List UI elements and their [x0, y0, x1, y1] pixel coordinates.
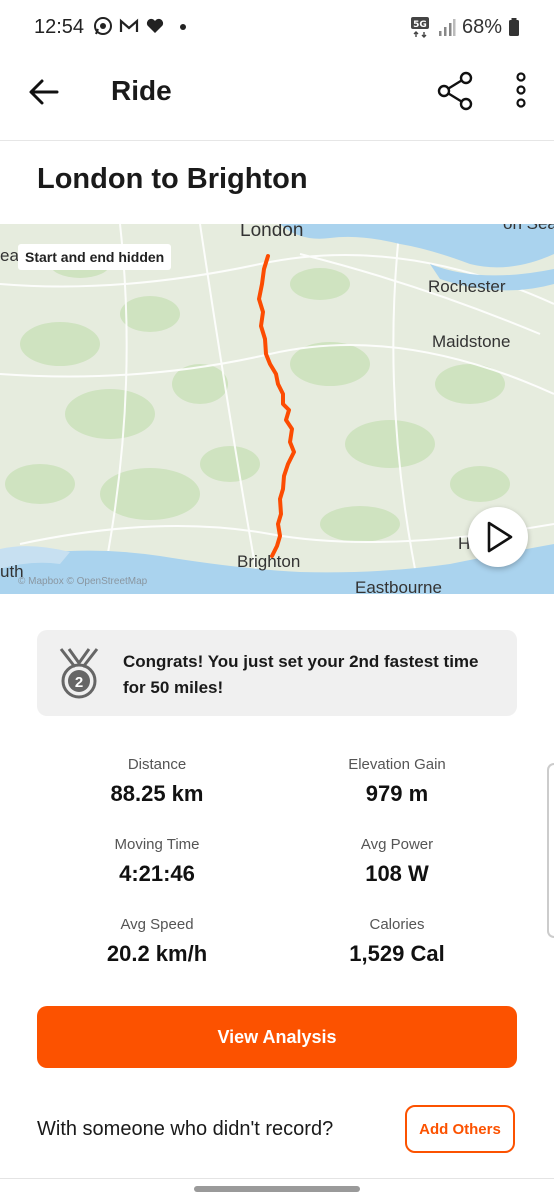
side-panel-handle[interactable]: [547, 763, 554, 938]
privacy-badge: Start and end hidden: [18, 244, 172, 270]
signal-icon: [438, 19, 456, 36]
stat-value: 108 W: [365, 861, 429, 886]
heart-icon: [146, 18, 164, 33]
status-bar: 12:54 5G 68%: [0, 0, 554, 56]
achievement-card[interactable]: 2 Congrats! You just set your 2nd fastes…: [37, 630, 517, 716]
map-label-eastbourne: Eastbourne: [355, 578, 442, 594]
svg-text:5G: 5G: [413, 20, 427, 30]
stat-avg-power: Avg Power 108 W: [277, 836, 517, 887]
page-title: Ride: [111, 75, 172, 106]
play-flyover-button[interactable]: [468, 507, 528, 567]
map-attribution[interactable]: © Mapbox © OpenStreetMap: [18, 576, 147, 587]
stat-value: 4:21:46: [119, 861, 195, 886]
stat-distance: Distance 88.25 km: [37, 756, 277, 807]
map-label-rochester: Rochester: [428, 277, 506, 296]
stat-avg-speed: Avg Speed 20.2 km/h: [37, 916, 277, 967]
whatsapp-icon: [94, 17, 112, 35]
stat-calories: Calories 1,529 Cal: [277, 916, 517, 967]
medal-rank: 2: [75, 674, 83, 691]
stat-value: 979 m: [365, 781, 429, 806]
divider: [0, 1178, 554, 1179]
stat-label: Calories: [369, 916, 425, 933]
battery-percent: 68%: [461, 15, 502, 38]
stat-label: Avg Speed: [120, 916, 194, 933]
dot-icon: [180, 24, 186, 30]
stat-label: Distance: [127, 756, 187, 773]
map-label-edge-right-top: on Sea: [503, 224, 554, 234]
view-analysis-button[interactable]: View Analysis: [37, 1006, 517, 1068]
stat-value: 88.25 km: [110, 781, 204, 806]
scroll-indicator: [194, 1186, 360, 1192]
achievement-text: Congrats! You just set your 2nd fastest …: [123, 652, 479, 697]
5g-icon: 5G: [410, 17, 429, 38]
map-label-brighton: Brighton: [237, 552, 301, 571]
more-options-button[interactable]: [506, 70, 536, 112]
add-others-button[interactable]: Add Others: [405, 1105, 515, 1153]
status-time: 12:54: [34, 16, 85, 38]
battery-icon: [509, 18, 519, 36]
more-vertical-icon: [516, 72, 526, 108]
gmail-icon: [119, 18, 139, 32]
activity-title: London to Brighton: [37, 163, 308, 195]
stat-value: 20.2 km/h: [106, 941, 208, 966]
share-button[interactable]: [434, 70, 476, 112]
stat-label: Elevation Gain: [348, 756, 446, 773]
stat-elevation-gain: Elevation Gain 979 m: [277, 756, 517, 807]
stat-label: Avg Power: [360, 836, 434, 853]
add-others-prompt: With someone who didn't record?: [37, 1118, 334, 1140]
medal-icon: 2: [57, 647, 101, 701]
back-arrow-icon: [29, 79, 59, 105]
stat-moving-time: Moving Time 4:21:46: [37, 836, 277, 887]
back-button[interactable]: [26, 74, 62, 110]
share-icon: [437, 71, 473, 111]
map-label-edge-left-top: ea: [0, 246, 19, 265]
map-label-maidstone: Maidstone: [432, 332, 511, 351]
map-label-london: London: [240, 224, 304, 241]
app-bar: Ride: [0, 56, 554, 141]
play-icon: [487, 521, 513, 553]
stat-value: 1,529 Cal: [349, 941, 445, 966]
route-map[interactable]: London on Sea ea Rochester Maidstone Bri…: [0, 224, 554, 594]
stat-label: Moving Time: [114, 836, 200, 853]
